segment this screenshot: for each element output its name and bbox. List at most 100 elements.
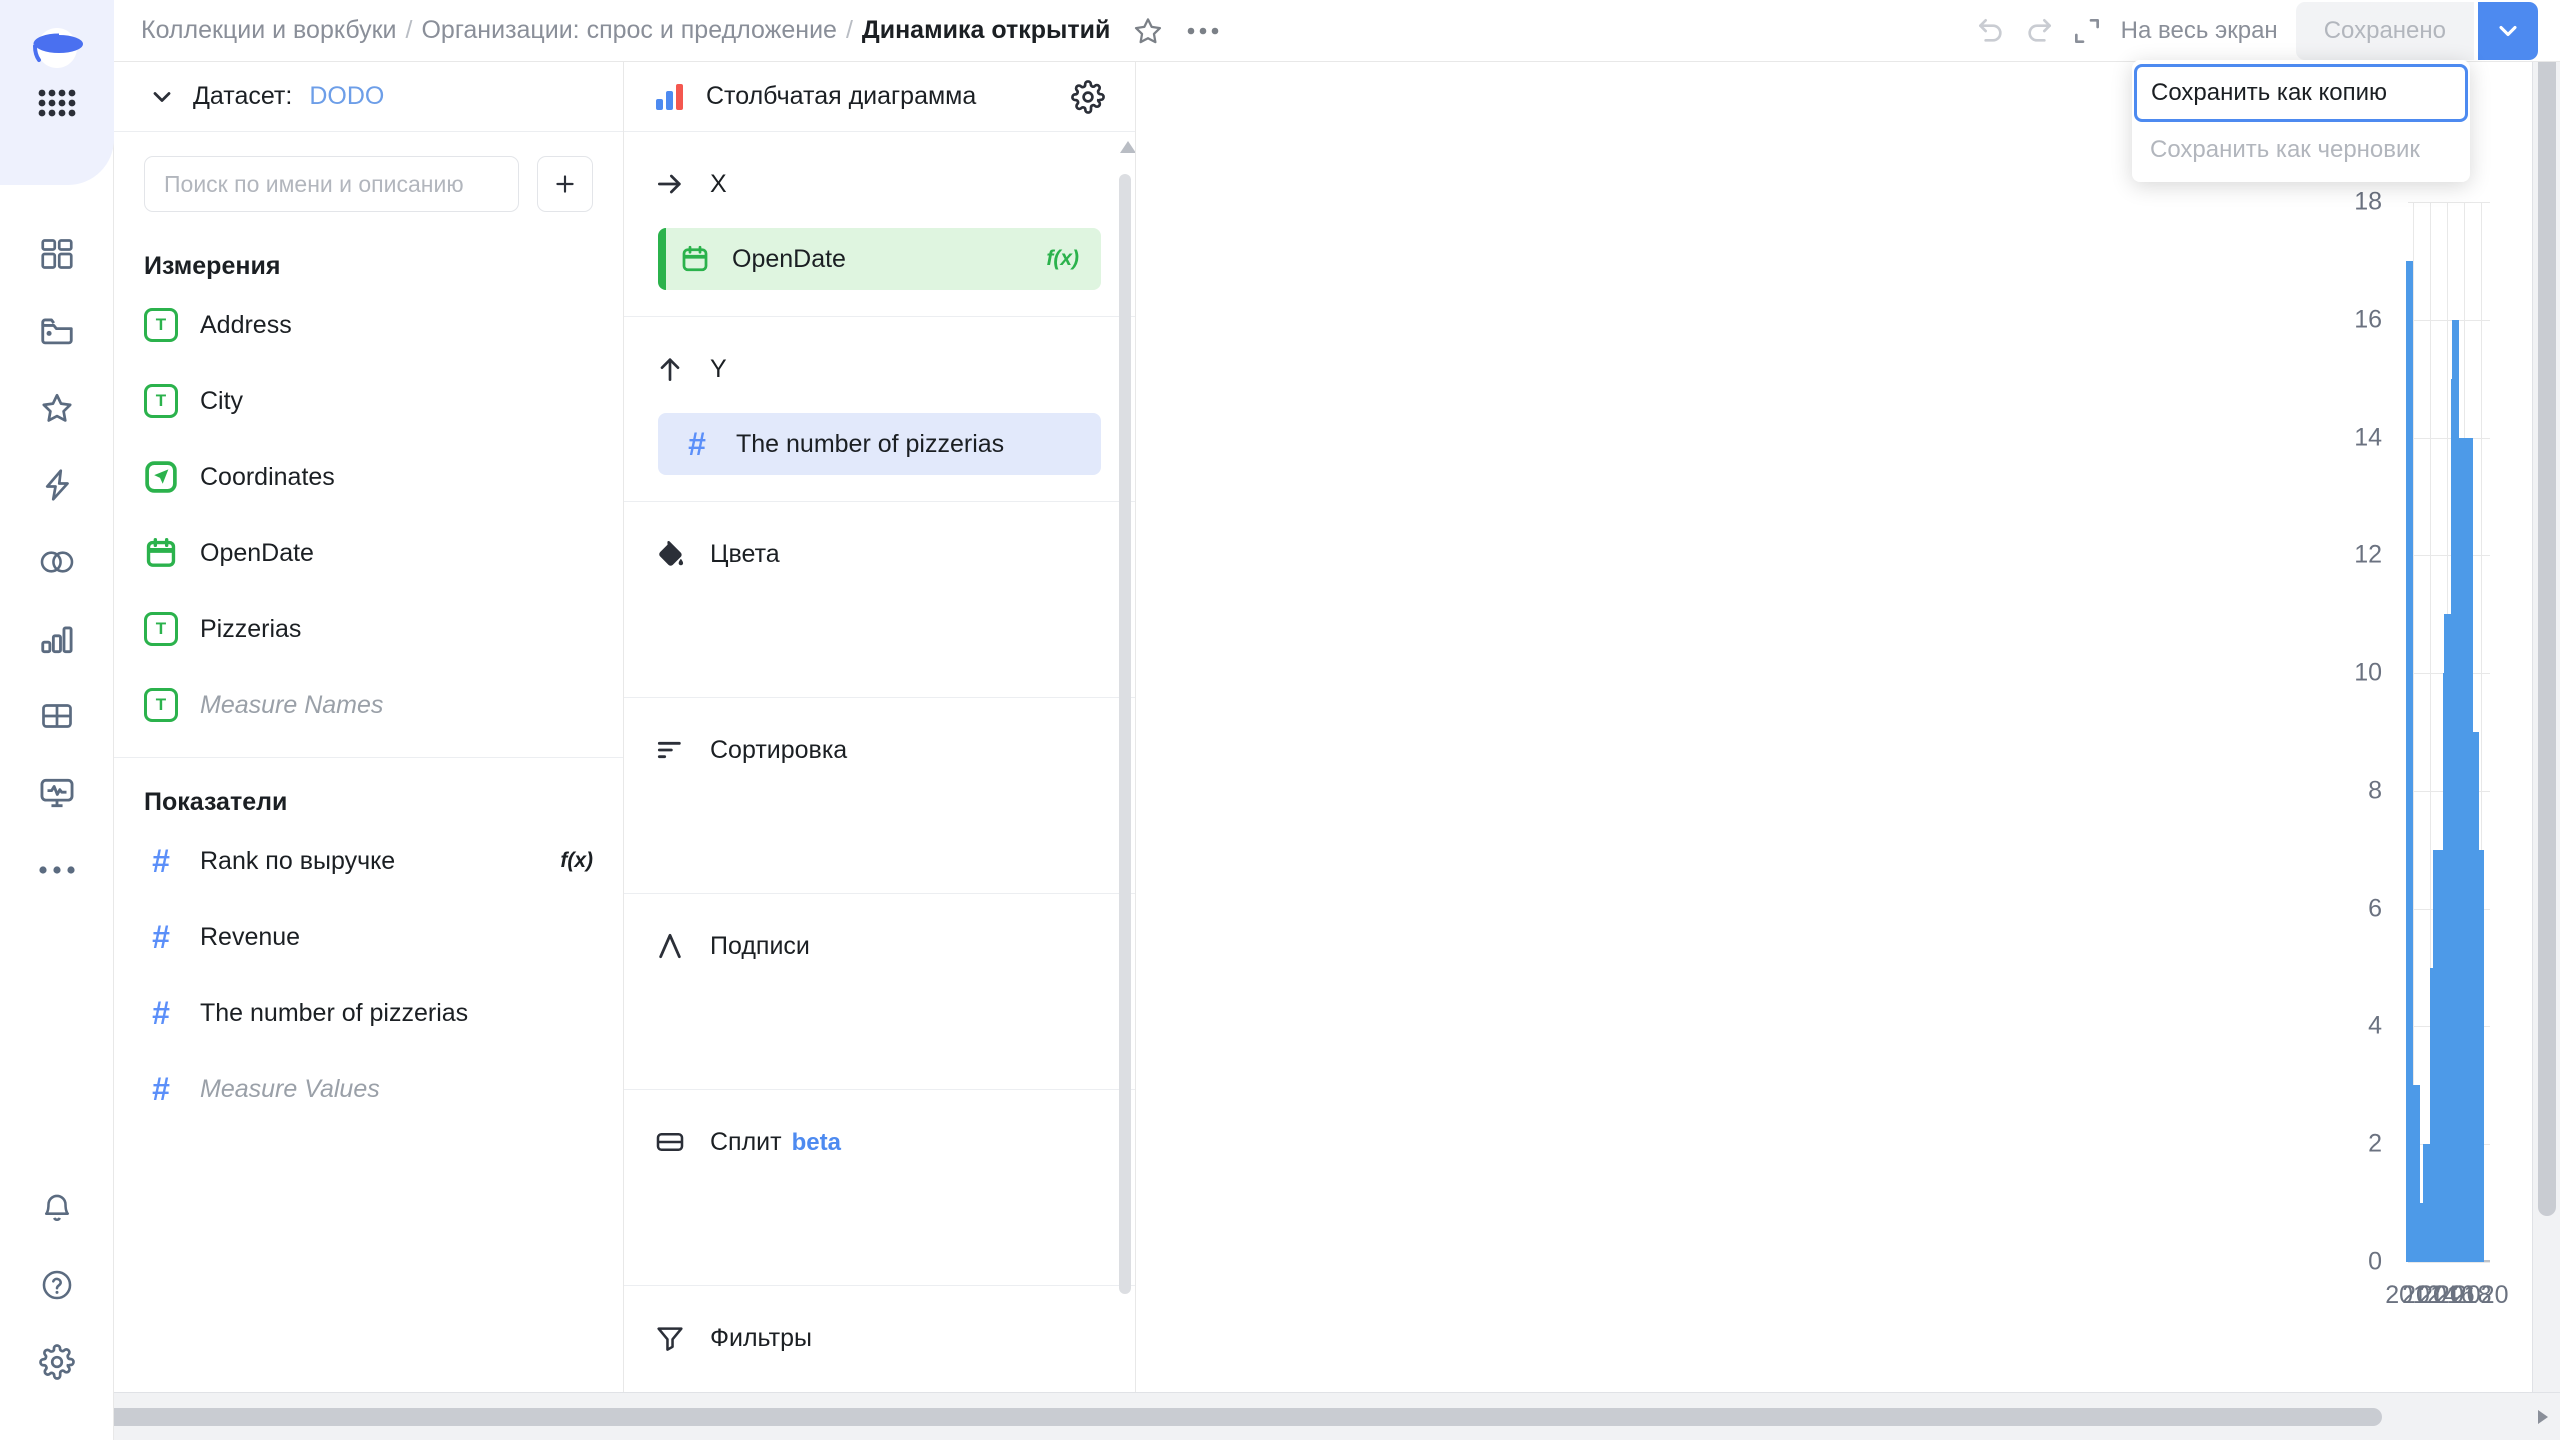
sidebar-item-monitoring[interactable] [0,754,114,831]
menu-item-save-as-copy[interactable]: Сохранить как копию [2134,64,2468,122]
field-measure-values[interactable]: # Measure Values [114,1051,623,1127]
page-vertical-scrollbar[interactable] [2532,0,2560,1392]
viz-section-colors: Цвета [624,502,1135,698]
chart-settings-button[interactable] [1071,80,1105,114]
scrollbar-thumb[interactable] [2538,36,2556,1216]
field-revenue[interactable]: # Revenue [114,899,623,975]
field-label: Address [200,311,292,340]
dimensions-section: Измерения T Address T City Coordinates [114,222,623,749]
y-axis-tick-label: 16 [2354,305,2382,334]
field-number-of-pizzerias[interactable]: # The number of pizzerias [114,975,623,1051]
undo-button[interactable] [1967,7,2015,55]
page-more-button[interactable] [1186,26,1220,36]
sidebar-item-charts[interactable] [0,600,114,677]
menu-item-save-as-draft[interactable]: Сохранить как черновик [2132,122,2470,178]
sidebar-item-more[interactable] [0,831,114,908]
apps-grid-icon[interactable] [37,88,77,118]
viz-section-header[interactable]: Сплит beta [624,1116,1135,1168]
field-city[interactable]: T City [114,363,623,439]
sidebar-item-datasets[interactable] [0,523,114,600]
help-button[interactable] [0,1246,114,1323]
scrollbar-track[interactable] [34,1408,2526,1426]
datalens-logo[interactable] [29,20,85,76]
y-axis-tick-label: 8 [2368,776,2382,805]
viz-chip-label: OpenDate [732,245,846,274]
viz-section-labels: Подписи [624,894,1135,1090]
y-gridline [2408,438,2490,439]
y-gridline [2408,320,2490,321]
rail-header [0,0,114,185]
field-measure-names[interactable]: T Measure Names [114,667,623,743]
chevron-down-icon[interactable] [148,83,176,111]
chart-canvas: 02468101214161820122014201620182020 [1136,62,2560,1392]
more-dots-icon [38,864,76,876]
bar[interactable] [2406,261,2413,1262]
arrow-up-icon [654,353,686,385]
measures-title: Показатели [114,770,623,823]
viz-section-title: Y [710,355,727,384]
save-dropdown-toggle[interactable] [2478,2,2538,60]
viz-chip-label: The number of pizzerias [736,430,1004,459]
expand-button[interactable] [2063,7,2111,55]
viz-section-title-wrap: Сплит beta [710,1128,841,1157]
hash-icon: # [680,426,714,463]
viz-panel-scrollbar[interactable] [1119,140,1131,1384]
viz-section-title: Фильтры [710,1324,812,1353]
help-question-icon [40,1268,74,1302]
notifications-button[interactable] [0,1169,114,1246]
sidebar-item-favorites[interactable] [0,369,114,446]
top-bar: Коллекции и воркбуки / Организации: спро… [114,0,2560,62]
breadcrumb-item-collections[interactable]: Коллекции и воркбуки [141,16,397,45]
sidebar-item-collections[interactable] [0,292,114,369]
settings-button[interactable] [0,1323,114,1400]
scrollbar-thumb[interactable] [42,1408,2382,1426]
field-address[interactable]: T Address [114,287,623,363]
viz-section-header[interactable]: Сортировка [624,724,1135,776]
y-gridline [2408,555,2490,556]
y-axis-tick-label: 4 [2368,1012,2382,1041]
page-horizontal-scrollbar[interactable] [0,1392,2560,1440]
measures-section: Показатели # Rank по выручке f(x) # Reve… [114,758,623,1133]
search-input[interactable] [144,156,519,212]
viz-section-header[interactable]: Фильтры [624,1312,1135,1364]
fullscreen-button[interactable]: На весь экран [2121,17,2278,45]
chevron-right-icon[interactable] [2526,1393,2560,1440]
geo-type-icon [144,460,178,494]
y-axis-tick-label: 6 [2368,894,2382,923]
viz-chip-opendate[interactable]: OpenDate f(x) [658,228,1101,290]
sidebar-item-dashboards[interactable] [0,215,114,292]
y-axis-tick-label: 18 [2354,188,2382,217]
field-rank-po-vyruchke[interactable]: # Rank по выручке f(x) [114,823,623,899]
redo-button[interactable] [2015,7,2063,55]
add-field-button[interactable] [537,156,593,212]
field-opendate[interactable]: OpenDate [114,515,623,591]
breadcrumb-item-workbook[interactable]: Организации: спрос и предложение [421,16,836,45]
scrollbar-thumb[interactable] [1119,174,1131,1294]
sidebar-item-connections[interactable] [0,446,114,523]
chart-type-label: Столбчатая диаграмма [706,82,976,111]
chevron-down-icon [2494,17,2522,45]
rail-nav [0,215,114,908]
bar[interactable] [2477,850,2484,1262]
chevron-up-icon[interactable] [1119,140,1135,154]
bar-chart-plot[interactable]: 02468101214161820122014201620182020 [2408,202,2490,1262]
dataset-panel: Датасет: DODO Измерения T Address T Ci [114,62,624,1392]
field-label: Coordinates [200,463,335,492]
chart-type-header[interactable]: Столбчатая диаграмма [624,62,1135,132]
folder-hand-icon [38,312,76,350]
viz-section-header[interactable]: Подписи [624,920,1135,972]
dimensions-title: Измерения [114,234,623,287]
number-type-icon: # [144,995,178,1032]
favorite-star-button[interactable] [1132,15,1164,47]
field-pizzerias[interactable]: T Pizzerias [114,591,623,667]
page-title: Динамика открытий [862,16,1110,45]
viz-section-header[interactable]: Цвета [624,528,1135,580]
field-coordinates[interactable]: Coordinates [114,439,623,515]
formula-icon: f(x) [1046,247,1079,271]
viz-chip-number-of-pizzerias[interactable]: # The number of pizzerias [658,413,1101,475]
dataset-name[interactable]: DODO [309,82,384,111]
save-button[interactable]: Сохранено [2296,2,2474,60]
viz-section-header: Y [624,343,1135,395]
monitoring-screen-icon [38,774,76,812]
sidebar-item-tables[interactable] [0,677,114,754]
